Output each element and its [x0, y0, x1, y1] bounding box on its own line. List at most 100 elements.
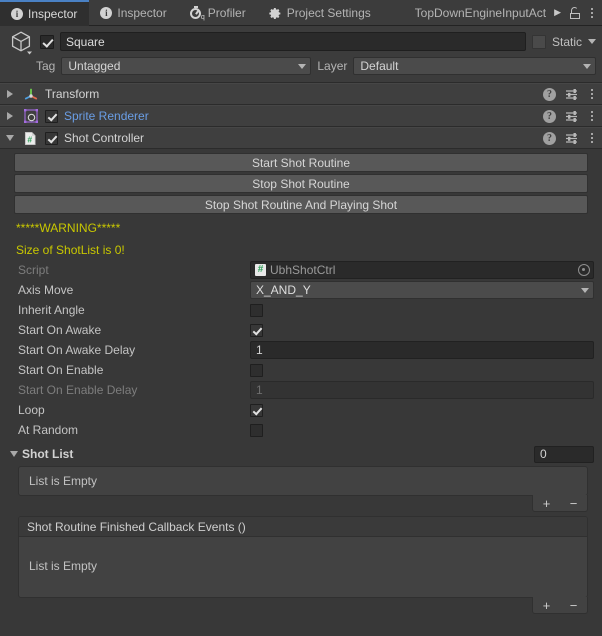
warning-title: *****WARNING*****: [16, 221, 121, 235]
sprite-renderer-title: Sprite Renderer: [64, 109, 149, 123]
static-dropdown-chevron-down-icon[interactable]: [588, 39, 596, 44]
start-on-enable-checkbox[interactable]: [250, 363, 263, 377]
script-label: Script: [18, 263, 49, 277]
start-on-awake-label: Start On Awake: [18, 323, 102, 337]
shot-list-size-input[interactable]: 0: [534, 445, 594, 463]
callback-events-empty-text: List is Empty: [29, 559, 98, 573]
sprite-renderer-enabled-checkbox[interactable]: [45, 109, 58, 123]
tab-label: Inspector: [28, 7, 78, 21]
start-shot-routine-button[interactable]: Start Shot Routine: [14, 153, 588, 172]
component-header-sprite-renderer[interactable]: Sprite Renderer ?: [0, 105, 602, 127]
shot-list-foldout-arrow-icon[interactable]: [8, 451, 20, 457]
tab-overflow-arrow-icon[interactable]: ▶: [554, 8, 561, 17]
start-on-awake-delay-label: Start On Awake Delay: [18, 343, 136, 357]
shot-list-empty-box: List is Empty: [18, 466, 588, 496]
layer-dropdown[interactable]: Default: [353, 57, 596, 75]
help-icon[interactable]: ?: [543, 87, 556, 101]
at-random-checkbox[interactable]: [250, 423, 263, 437]
stop-shot-routine-and-playing-shot-button[interactable]: Stop Shot Routine And Playing Shot: [14, 195, 588, 214]
preset-sliders-icon[interactable]: [565, 110, 579, 123]
start-on-awake-checkbox[interactable]: [250, 323, 263, 337]
shot-routine-buttons: Start Shot Routine Stop Shot Routine Sto…: [0, 153, 602, 214]
start-on-awake-delay-input[interactable]: 1: [250, 341, 594, 359]
sprite-renderer-icon: [22, 108, 39, 125]
component-header-shot-controller[interactable]: # Shot Controller ?: [0, 127, 602, 149]
shot-list-footer: + −: [0, 495, 602, 512]
kebab-menu-icon[interactable]: [588, 89, 596, 99]
tab-profiler[interactable]: q Profiler: [179, 0, 258, 26]
info-icon: i: [100, 7, 113, 19]
property-row-start-on-awake-delay: Start On Awake Delay 1: [0, 340, 602, 360]
shot-list-add-button[interactable]: +: [541, 497, 553, 510]
gameobject-name-input[interactable]: Square: [60, 32, 526, 51]
tab-topdownengineinputactions[interactable]: TopDownEngineInputAct: [415, 6, 546, 20]
transform-foldout-arrow-icon[interactable]: [4, 90, 16, 98]
component-header-transform[interactable]: Transform ?: [0, 83, 602, 105]
kebab-menu-icon[interactable]: [588, 7, 596, 18]
inherit-angle-checkbox[interactable]: [250, 303, 263, 317]
shot-controller-body: Start Shot Routine Stop Shot Routine Sto…: [0, 149, 602, 614]
preset-sliders-icon[interactable]: [565, 88, 579, 101]
callback-events-footer: + −: [0, 597, 602, 614]
preset-sliders-icon[interactable]: [565, 132, 579, 145]
tab-label: Profiler: [207, 6, 246, 20]
at-random-label: At Random: [18, 423, 79, 437]
object-picker-icon[interactable]: [578, 264, 590, 276]
property-row-script: Script UbhShotCtrl: [0, 260, 602, 280]
tag-dropdown[interactable]: Untagged: [61, 57, 312, 75]
script-object-field[interactable]: UbhShotCtrl: [250, 261, 594, 279]
callback-events-add-button[interactable]: +: [541, 599, 553, 612]
loop-label: Loop: [18, 403, 45, 417]
shot-list-header[interactable]: Shot List 0: [0, 444, 602, 464]
loop-checkbox[interactable]: [250, 403, 263, 417]
start-on-enable-delay-label: Start On Enable Delay: [18, 383, 138, 397]
transform-gizmo-icon: [22, 86, 39, 103]
shot-controller-title: Shot Controller: [64, 131, 145, 145]
callback-events-box: Shot Routine Finished Callback Events ()…: [18, 516, 588, 598]
sprite-renderer-header-icons: ?: [543, 109, 596, 123]
start-on-enable-delay-value: 1: [256, 383, 263, 397]
shot-controller-enabled-checkbox[interactable]: [45, 131, 58, 145]
gameobject-name-value: Square: [66, 34, 105, 49]
layer-value: Default: [360, 59, 399, 73]
kebab-menu-icon[interactable]: [588, 133, 596, 143]
transform-title: Transform: [45, 87, 100, 101]
tag-label: Tag: [36, 59, 56, 73]
gameobject-enabled-checkbox[interactable]: [40, 34, 54, 49]
callback-events-remove-button[interactable]: −: [568, 599, 580, 612]
kebab-menu-icon[interactable]: [588, 111, 596, 121]
start-on-awake-delay-value: 1: [256, 343, 263, 357]
chevron-down-icon: [583, 63, 591, 69]
axis-move-dropdown[interactable]: X_AND_Y: [250, 281, 594, 299]
shot-list-title: Shot List: [22, 447, 74, 461]
layer-label: Layer: [317, 59, 348, 73]
gameobject-cube-icon: [8, 29, 34, 55]
lock-icon[interactable]: [569, 6, 580, 19]
static-checkbox[interactable]: [531, 34, 546, 49]
start-on-enable-delay-input: 1: [250, 381, 594, 399]
tab-label: Project Settings: [286, 6, 371, 20]
shot-list-empty-text: List is Empty: [29, 474, 98, 488]
sprite-renderer-foldout-arrow-icon[interactable]: [4, 112, 16, 120]
property-row-start-on-enable-delay: Start On Enable Delay 1: [0, 380, 602, 400]
shot-list-remove-button[interactable]: −: [568, 497, 580, 510]
inherit-angle-label: Inherit Angle: [18, 303, 85, 317]
help-icon[interactable]: ?: [543, 109, 556, 123]
warning-message: Size of ShotList is 0!: [16, 243, 125, 257]
tab-inspector-1[interactable]: i Inspector: [0, 0, 90, 26]
gameobject-tag-layer-row: Tag Untagged Layer Default: [6, 57, 596, 75]
help-icon[interactable]: ?: [543, 131, 556, 145]
start-on-enable-label: Start On Enable: [18, 363, 104, 377]
shot-controller-foldout-arrow-icon[interactable]: [4, 135, 16, 141]
stop-shot-routine-button[interactable]: Stop Shot Routine: [14, 174, 588, 193]
static-label: Static: [551, 34, 582, 49]
gear-icon: [269, 7, 282, 20]
tab-project-settings[interactable]: Project Settings: [258, 0, 383, 26]
gameobject-header: Square Static Tag Untagged Layer Default: [0, 26, 602, 83]
chevron-down-icon: [581, 287, 589, 293]
tab-bar-right-controls: TopDownEngineInputAct ▶: [383, 0, 602, 25]
transform-header-icons: ?: [543, 87, 596, 101]
tag-value: Untagged: [68, 59, 121, 73]
property-row-loop: Loop: [0, 400, 602, 420]
tab-inspector-2[interactable]: i Inspector: [89, 0, 178, 26]
